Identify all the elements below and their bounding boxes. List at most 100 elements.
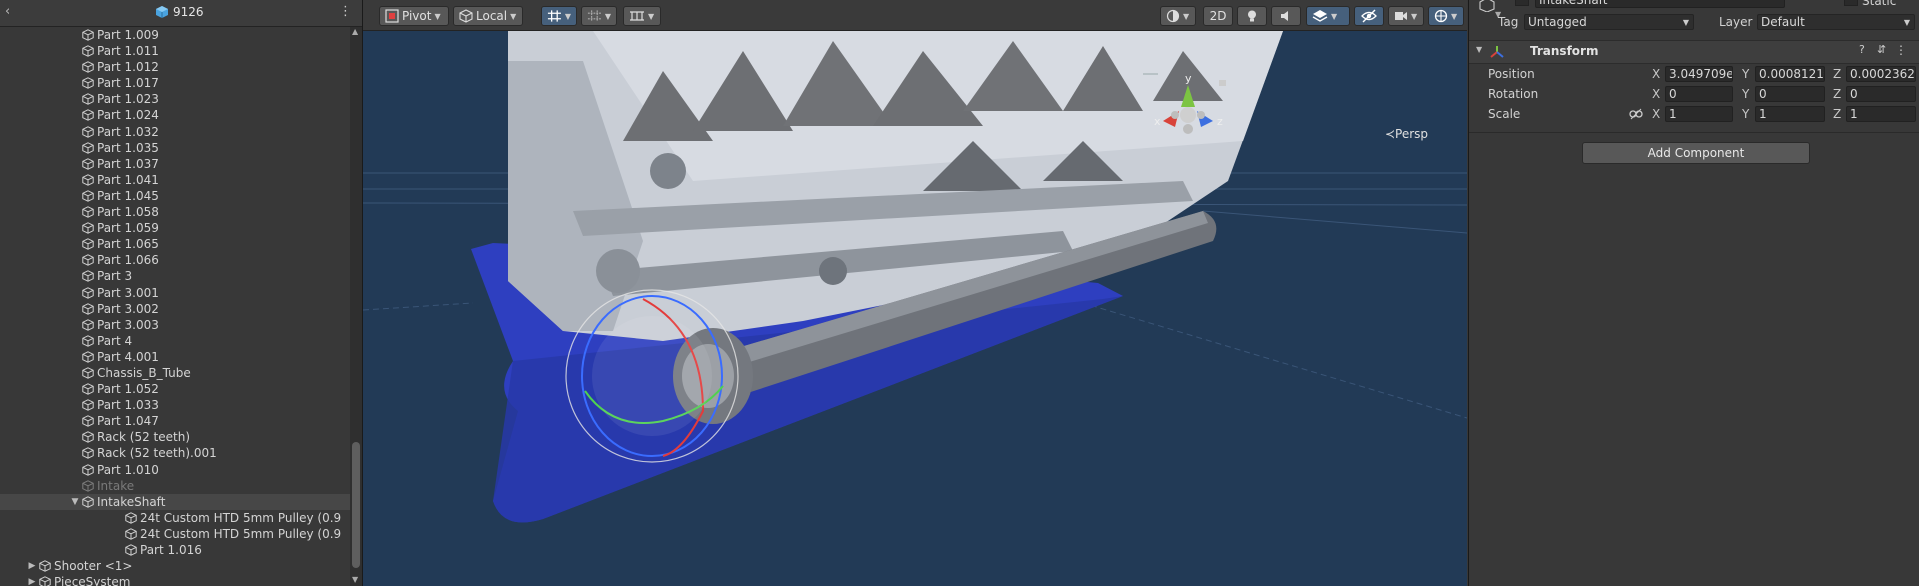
- effects-dropdown[interactable]: ▼: [1306, 6, 1350, 26]
- active-checkbox[interactable]: [1515, 0, 1529, 6]
- lighting-toggle[interactable]: [1237, 6, 1267, 26]
- layer-dropdown[interactable]: Default ▼: [1757, 14, 1915, 30]
- rotation-z-axis-label[interactable]: Z: [1833, 87, 1841, 101]
- scale-y-field[interactable]: 1: [1755, 106, 1825, 122]
- 2d-mode-button[interactable]: 2D: [1203, 6, 1233, 26]
- scene-visibility-toggle[interactable]: [1354, 6, 1384, 26]
- hierarchy-item[interactable]: Part 1.058: [0, 204, 350, 220]
- scale-x-axis-label[interactable]: X: [1652, 107, 1660, 121]
- scale-y-axis-label[interactable]: Y: [1742, 107, 1749, 121]
- hierarchy-item[interactable]: Part 1.010: [0, 462, 350, 478]
- hierarchy-item[interactable]: Part 4.001: [0, 349, 350, 365]
- hierarchy-item-label: Part 1.041: [97, 172, 159, 187]
- help-icon[interactable]: ?: [1859, 43, 1865, 56]
- hierarchy-item-label: Shooter <1>: [54, 559, 133, 574]
- hierarchy-item[interactable]: Part 1.017: [0, 75, 350, 91]
- position-x-axis-label[interactable]: X: [1652, 67, 1660, 81]
- hierarchy-item[interactable]: Part 1.047: [0, 413, 350, 429]
- increment-snap-button[interactable]: ▼: [623, 6, 661, 26]
- scale-z-field[interactable]: 1: [1846, 106, 1916, 122]
- hierarchy-item[interactable]: Part 1.045: [0, 188, 350, 204]
- hierarchy-item[interactable]: Part 3.001: [0, 285, 350, 301]
- hierarchy-item[interactable]: Part 1.037: [0, 156, 350, 172]
- gameobject-cube-icon: [82, 351, 94, 363]
- gameobject-cube-icon: [125, 544, 137, 556]
- hierarchy-item[interactable]: ▶ Shooter <1>: [0, 558, 350, 574]
- hierarchy-item-label: Part 1.035: [97, 140, 159, 155]
- gizmos-dropdown[interactable]: ▼: [1428, 6, 1464, 26]
- component-menu-icon[interactable]: ⋮: [1895, 43, 1907, 57]
- hierarchy-item[interactable]: Part 1.065: [0, 236, 350, 252]
- hierarchy-item-label: PieceSystem: [54, 575, 131, 586]
- hierarchy-item[interactable]: Part 1.035: [0, 140, 350, 156]
- hierarchy-item[interactable]: Part 1.033: [0, 397, 350, 413]
- hierarchy-item[interactable]: Part 1.024: [0, 107, 350, 123]
- position-z-axis-label[interactable]: Z: [1833, 67, 1841, 81]
- hierarchy-item[interactable]: ▼ IntakeShaft: [0, 493, 350, 510]
- hierarchy-item[interactable]: 24t Custom HTD 5mm Pulley (0.9: [0, 526, 350, 542]
- scene-view[interactable]: Pivot ▼ Local ▼ ▼ ▼ ▼ ▼ 2D ▼ ▼ ▼ y x z ≺…: [363, 0, 1467, 586]
- rotation-x-field[interactable]: 0: [1665, 86, 1733, 102]
- scroll-down-arrow-icon[interactable]: ▼: [352, 575, 358, 584]
- rotation-z-field[interactable]: 0: [1846, 86, 1916, 102]
- hierarchy-menu-icon[interactable]: ⋮: [339, 4, 352, 19]
- rotation-x-axis-label[interactable]: X: [1652, 87, 1660, 101]
- hierarchy-item[interactable]: Rack (52 teeth).001: [0, 445, 350, 461]
- rotation-y-field[interactable]: 0: [1755, 86, 1825, 102]
- hierarchy-item[interactable]: Part 3.003: [0, 317, 350, 333]
- persp-label[interactable]: ≺Persp: [1385, 127, 1428, 141]
- hierarchy-item[interactable]: Part 1.009: [0, 27, 350, 43]
- hierarchy-item[interactable]: Intake: [0, 478, 350, 494]
- camera-settings-dropdown[interactable]: ▼: [1388, 6, 1424, 26]
- expanded-arrow-icon[interactable]: ▼: [70, 494, 80, 510]
- tag-dropdown[interactable]: Untagged ▼: [1524, 14, 1694, 30]
- position-y-axis-label[interactable]: Y: [1742, 67, 1749, 81]
- object-name-field[interactable]: IntakeShaft: [1535, 0, 1785, 8]
- hierarchy-item[interactable]: Part 1.041: [0, 172, 350, 188]
- add-component-button[interactable]: Add Component: [1582, 142, 1810, 164]
- position-y-field[interactable]: 0.0008121€: [1755, 66, 1825, 82]
- scroll-up-arrow-icon[interactable]: ▲: [352, 27, 358, 36]
- position-x-field[interactable]: 3.049709e: [1665, 66, 1733, 82]
- hierarchy-item[interactable]: Part 3.002: [0, 301, 350, 317]
- hierarchy-item[interactable]: Part 1.012: [0, 59, 350, 75]
- hierarchy-item[interactable]: 24t Custom HTD 5mm Pulley (0.9: [0, 510, 350, 526]
- static-checkbox[interactable]: [1844, 0, 1858, 6]
- hierarchy-item[interactable]: Chassis_B_Tube: [0, 365, 350, 381]
- hierarchy-item[interactable]: Part 1.011: [0, 43, 350, 59]
- hierarchy-item[interactable]: Part 3: [0, 268, 350, 284]
- scene-3d-canvas[interactable]: y x z: [363, 31, 1467, 586]
- pivot-dropdown[interactable]: Pivot ▼: [379, 6, 449, 26]
- rotation-y-axis-label[interactable]: Y: [1742, 87, 1749, 101]
- scale-x-field[interactable]: 1: [1665, 106, 1733, 122]
- scale-z-axis-label[interactable]: Z: [1833, 107, 1841, 121]
- local-dropdown[interactable]: Local ▼: [453, 6, 523, 26]
- chevron-down-icon: ▼: [1411, 11, 1418, 21]
- shading-mode-dropdown[interactable]: ▼: [1160, 6, 1196, 26]
- hierarchy-item[interactable]: Part 1.032: [0, 124, 350, 140]
- hierarchy-item[interactable]: Part 1.016: [0, 542, 350, 558]
- collapsed-arrow-icon[interactable]: ▶: [27, 558, 37, 574]
- hierarchy-item[interactable]: Part 1.023: [0, 91, 350, 107]
- grid-visibility-button[interactable]: ▼: [581, 6, 617, 26]
- hierarchy-scrollbar-thumb[interactable]: [352, 442, 360, 568]
- hierarchy-item[interactable]: Part 1.066: [0, 252, 350, 268]
- audio-toggle[interactable]: [1271, 6, 1301, 26]
- preset-sliders-icon[interactable]: ⇵: [1877, 43, 1886, 56]
- hierarchy-item[interactable]: Part 1.059: [0, 220, 350, 236]
- gizmo-lock-icon[interactable]: [1219, 80, 1226, 86]
- position-z-field[interactable]: 0.0002362: [1846, 66, 1916, 82]
- grid-snap-button[interactable]: ▼: [541, 6, 577, 26]
- hierarchy-item[interactable]: Part 1.052: [0, 381, 350, 397]
- local-cube-icon: [459, 9, 473, 23]
- back-arrow-icon[interactable]: ‹: [5, 4, 10, 19]
- constrain-proportions-link-icon[interactable]: [1629, 108, 1643, 120]
- hierarchy-item[interactable]: Rack (52 teeth): [0, 429, 350, 445]
- hierarchy-item[interactable]: Part 4: [0, 333, 350, 349]
- hierarchy-item[interactable]: ▶ PieceSystem: [0, 574, 350, 586]
- chevron-down-icon[interactable]: ▼: [1476, 45, 1482, 54]
- hierarchy-scrollbar[interactable]: ▲ ▼: [350, 27, 362, 586]
- transform-component-header[interactable]: ▼ Transform ? ⇵ ⋮: [1469, 40, 1919, 64]
- collapsed-arrow-icon[interactable]: ▶: [27, 574, 37, 586]
- audio-icon: [1281, 11, 1288, 21]
